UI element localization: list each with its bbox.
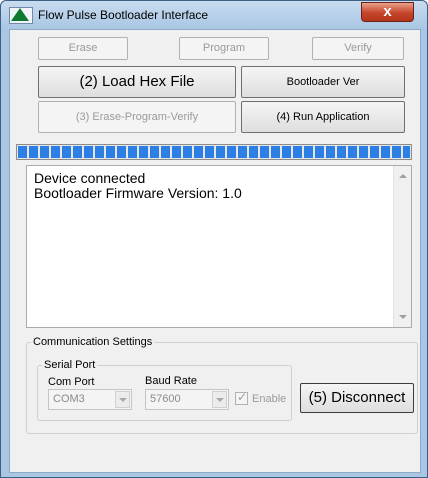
checkmark-icon: ✓ (237, 390, 248, 404)
window-title: Flow Pulse Bootloader Interface (38, 8, 209, 22)
log-scrollbar[interactable] (393, 166, 411, 327)
baud-rate-label: Baud Rate (145, 375, 197, 387)
erase-program-verify-button[interactable]: (3) Erase-Program-Verify (38, 101, 236, 133)
com-port-select[interactable]: COM3 (48, 389, 132, 410)
disconnect-button[interactable]: (5) Disconnect (300, 383, 414, 413)
progress-fill (18, 146, 410, 158)
verify-button[interactable]: Verify (312, 37, 404, 60)
run-application-button[interactable]: (4) Run Application (241, 101, 405, 133)
progress-bar (16, 144, 412, 160)
com-port-value: COM3 (53, 393, 85, 405)
scroll-down-arrow-icon[interactable] (399, 315, 407, 319)
baud-rate-value: 57600 (150, 393, 181, 405)
communication-settings-label: Communication Settings (31, 336, 155, 348)
triangle-logo-icon (11, 8, 29, 21)
title-bar[interactable]: Flow Pulse Bootloader Interface x (1, 1, 427, 29)
com-port-label: Com Port (48, 376, 95, 388)
program-button[interactable]: Program (179, 37, 269, 60)
enable-checkbox[interactable]: ✓ (235, 390, 248, 405)
status-log[interactable]: Device connected Bootloader Firmware Ver… (26, 165, 412, 328)
scroll-up-arrow-icon[interactable] (399, 174, 407, 178)
serial-port-label: Serial Port (42, 359, 98, 371)
bootloader-version-button[interactable]: Bootloader Ver (241, 66, 405, 98)
baud-rate-select[interactable]: 57600 (145, 389, 229, 410)
baud-rate-dropdown-button[interactable] (212, 391, 227, 408)
chevron-down-icon (216, 398, 224, 402)
enable-label: Enable (252, 393, 287, 405)
com-port-dropdown-button[interactable] (115, 391, 130, 408)
erase-button[interactable]: Erase (38, 37, 128, 60)
load-hex-file-button[interactable]: (2) Load Hex File (38, 66, 236, 98)
chevron-down-icon (119, 398, 127, 402)
close-button[interactable]: x (361, 2, 414, 22)
log-line-connected: Device connected (34, 170, 146, 186)
log-line-firmware-version: Bootloader Firmware Version: 1.0 (34, 185, 242, 201)
